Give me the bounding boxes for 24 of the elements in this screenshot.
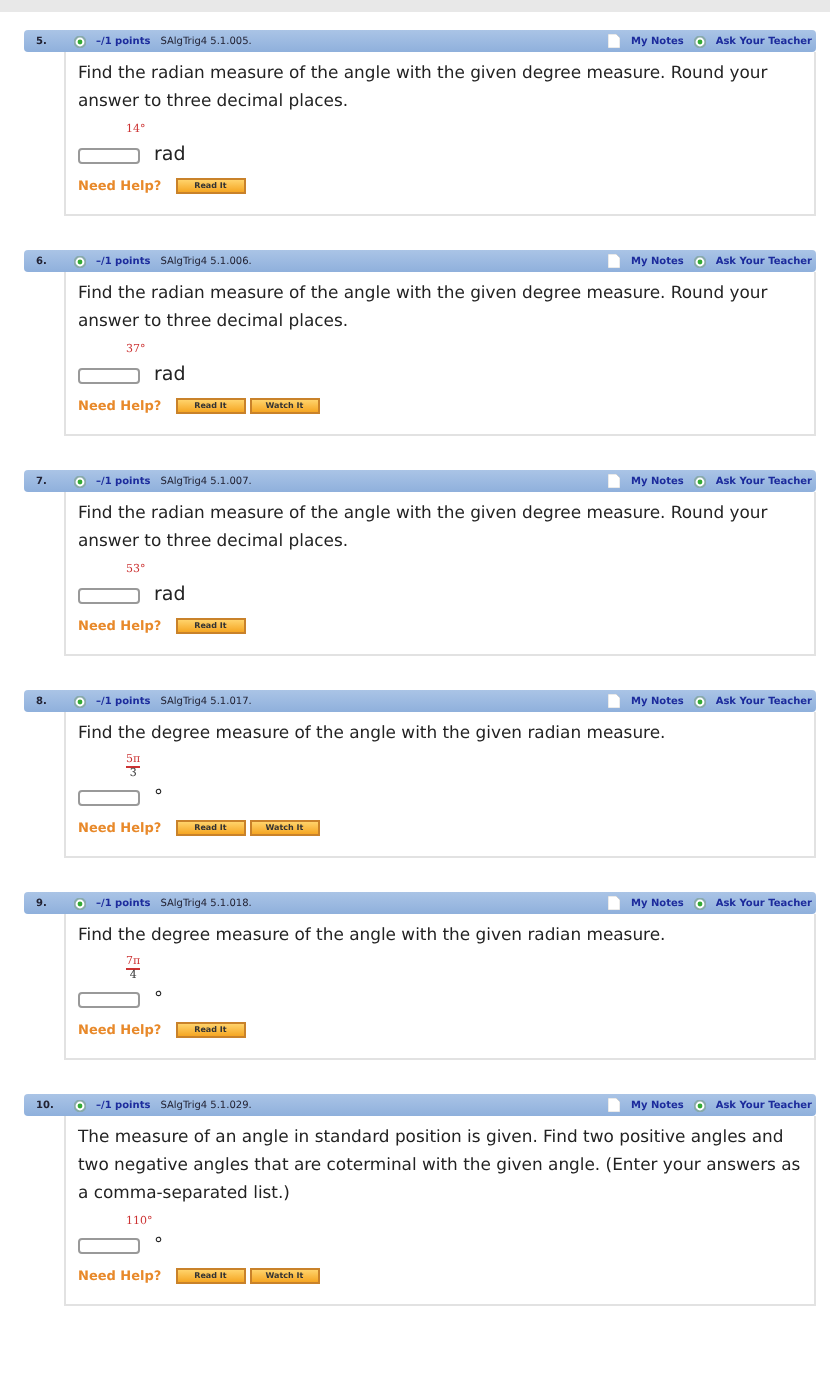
answer-field[interactable]: [78, 367, 140, 383]
note-icon: [608, 474, 621, 488]
answer-field[interactable]: [78, 992, 140, 1008]
unit-label: rad: [154, 364, 186, 386]
question-text: Find the radian measure of the angle with the given degree measure. Round your answer to three decimal places.: [78, 280, 770, 334]
note-icon: [608, 694, 621, 708]
unit-label: rad: [154, 584, 186, 606]
question-text: Find the degree measure of the angle with the given radian measure.: [78, 720, 668, 746]
unit-label: rad: [154, 144, 186, 166]
unit-label: °: [154, 788, 163, 808]
answer-field[interactable]: [78, 147, 140, 163]
unit-label: °: [154, 1236, 163, 1256]
answer-field[interactable]: [78, 1238, 140, 1254]
question-text: Find the radian measure of the angle with the given degree measure. Round your answer to three decimal places.: [78, 500, 770, 554]
unit-label: °: [154, 990, 163, 1010]
question-text: Find the radian measure of the angle with the given degree measure. Round your answer to three decimal places.: [78, 60, 770, 114]
question-text: Find the degree measure of the angle with the given radian measure.: [78, 922, 668, 948]
question-text: The measure of an angle in standard position is given. Find two positive angles and two negative angles that are coterminal with the given angle. (Enter your answers as a comma-separated list.): [78, 1124, 802, 1206]
note-icon: [608, 254, 621, 268]
answer-field[interactable]: [78, 790, 140, 806]
note-icon: [608, 1098, 621, 1112]
note-icon: [608, 34, 621, 48]
note-icon: [608, 896, 621, 910]
answer-field[interactable]: [78, 587, 140, 603]
